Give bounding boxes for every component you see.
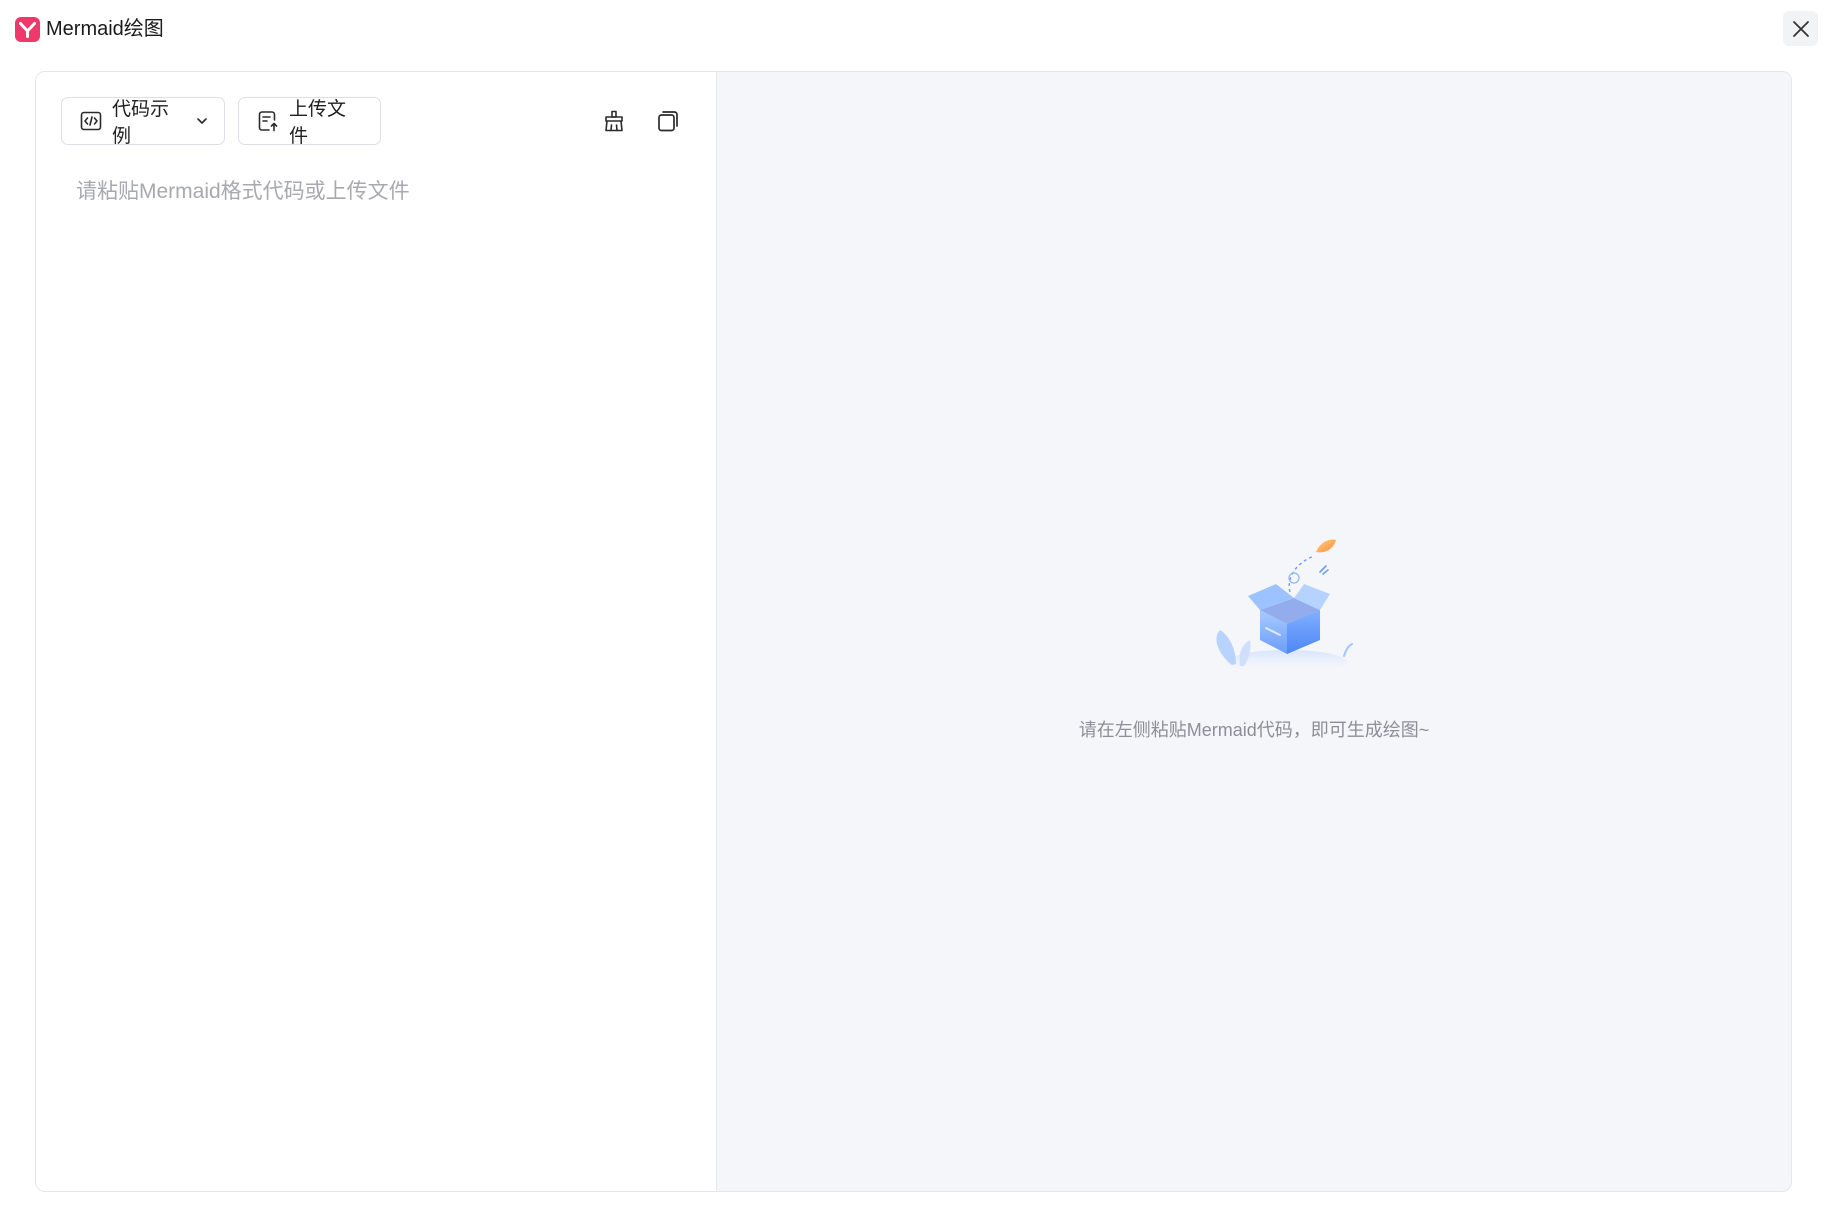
copy-icon [658,111,678,132]
upload-file-label: 上传文件 [289,99,347,147]
window-title: Mermaid绘图 [46,18,164,40]
close-icon [1792,20,1809,37]
mermaid-code-input[interactable] [76,177,686,1167]
copy-button[interactable] [653,106,683,136]
upload-file-icon [258,111,278,132]
code-icon [80,111,102,131]
title-bar: Mermaid绘图 [0,0,1826,58]
mermaid-logo-icon [15,17,40,42]
close-button[interactable] [1783,11,1818,46]
editor-pane: 代码示例 上传文件 [36,72,717,1191]
preview-pane: 请在左侧粘贴Mermaid代码，即可生成绘图~ [717,72,1791,1191]
clear-button[interactable] [599,106,629,136]
code-examples-label: 代码示例 [112,99,170,147]
open-box-illustration [1202,532,1372,682]
chevron-down-icon [197,118,207,124]
main-panel: 代码示例 上传文件 请粘贴Mermaid格式代码或上传文件 请在左侧粘贴Merm… [35,71,1792,1192]
empty-state-message: 请在左侧粘贴Mermaid代码，即可生成绘图~ [1078,720,1430,740]
code-examples-dropdown[interactable]: 代码示例 [61,97,225,147]
upload-file-button[interactable]: 上传文件 [238,97,381,147]
broom-icon [605,110,623,132]
